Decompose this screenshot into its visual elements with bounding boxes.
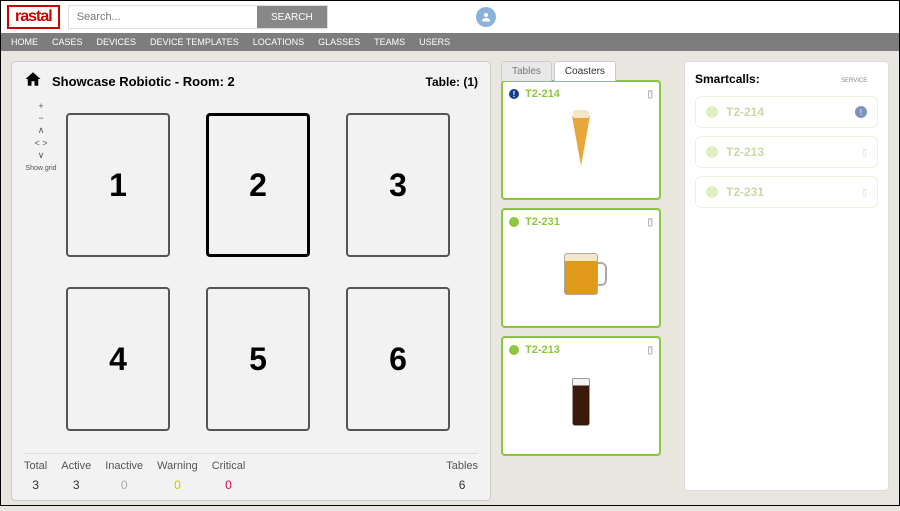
panel-header: Showcase Robiotic - Room: 2 Table: (1) bbox=[24, 70, 478, 93]
table-1[interactable]: 1 bbox=[66, 113, 170, 257]
search-box: SEARCH bbox=[68, 5, 328, 29]
zoom-out-button[interactable]: − bbox=[38, 113, 43, 123]
smartcall-id: T2-231 bbox=[726, 185, 854, 199]
smartcall-item[interactable]: T2-214 ! bbox=[695, 96, 878, 128]
coaster-card[interactable]: ! T2-214 ▯ bbox=[501, 80, 661, 200]
navbar: HOME CASES DEVICES DEVICE TEMPLATES LOCA… bbox=[1, 33, 899, 51]
stat-critical: Critical0 bbox=[212, 460, 246, 492]
coaster-card[interactable]: T2-231 ▯ bbox=[501, 208, 661, 328]
service-alert-icon: ! bbox=[855, 106, 867, 118]
search-button[interactable]: SEARCH bbox=[257, 6, 327, 28]
smartcall-id: T2-213 bbox=[726, 145, 854, 159]
coaster-id: T2-214 bbox=[525, 88, 560, 100]
content: Showcase Robiotic - Room: 2 Table: (1) +… bbox=[1, 51, 899, 511]
table-4[interactable]: 4 bbox=[66, 287, 170, 431]
smartcall-item[interactable]: T2-231 ▯ bbox=[695, 176, 878, 208]
table-5[interactable]: 5 bbox=[206, 287, 310, 431]
stat-inactive: Inactive0 bbox=[105, 460, 143, 492]
battery-icon: ▯ bbox=[647, 217, 653, 228]
stat-total: Total3 bbox=[24, 460, 47, 492]
nav-home[interactable]: HOME bbox=[11, 37, 38, 47]
coaster-card[interactable]: T2-213 ▯ bbox=[501, 336, 661, 456]
show-grid-button[interactable]: Show grid bbox=[25, 165, 56, 172]
table-6[interactable]: 6 bbox=[346, 287, 450, 431]
status-ok-icon bbox=[509, 345, 519, 355]
view-controls: + − ∧ < > ∨ Show grid bbox=[24, 101, 58, 449]
nav-locations[interactable]: LOCATIONS bbox=[253, 37, 304, 47]
zoom-in-button[interactable]: + bbox=[38, 101, 43, 111]
nav-teams[interactable]: TEAMS bbox=[374, 37, 405, 47]
drink-mug-icon bbox=[509, 228, 653, 320]
battery-icon: ▯ bbox=[647, 345, 653, 356]
pan-horizontal-button[interactable]: < > bbox=[34, 138, 47, 148]
status-ok-icon bbox=[509, 217, 519, 227]
coaster-list: ! T2-214 ▯ T2-231 ▯ T2-213 bbox=[501, 80, 661, 456]
tables-grid: 1 2 3 4 5 6 bbox=[58, 101, 478, 449]
pan-up-button[interactable]: ∧ bbox=[38, 125, 45, 136]
nav-devices[interactable]: DEVICES bbox=[97, 37, 137, 47]
smartcall-id: T2-214 bbox=[726, 105, 847, 119]
stat-active: Active3 bbox=[61, 460, 91, 492]
coasters-column: Tables Coasters ! T2-214 ▯ T2-231 ▯ bbox=[501, 61, 661, 501]
nav-users[interactable]: USERS bbox=[419, 37, 450, 47]
battery-icon: ▯ bbox=[647, 89, 653, 100]
logo: rastal bbox=[7, 5, 60, 29]
search-input[interactable] bbox=[69, 6, 257, 28]
nav-cases[interactable]: CASES bbox=[52, 37, 83, 47]
tabs: Tables Coasters bbox=[501, 61, 661, 81]
smartcall-item[interactable]: T2-213 ▯ bbox=[695, 136, 878, 168]
stat-warning: Warning0 bbox=[157, 460, 198, 492]
status-alert-icon: ! bbox=[509, 89, 519, 99]
drink-pilsner-icon bbox=[509, 100, 653, 192]
nav-glasses[interactable]: GLASSES bbox=[318, 37, 360, 47]
status-dot-icon bbox=[706, 146, 718, 158]
topbar: rastal SEARCH bbox=[1, 1, 899, 33]
coaster-id: T2-213 bbox=[525, 344, 560, 356]
status-dot-icon bbox=[706, 186, 718, 198]
panel-title: Showcase Robiotic - Room: 2 bbox=[52, 74, 416, 89]
stat-tables: Tables6 bbox=[446, 460, 478, 492]
tab-tables[interactable]: Tables bbox=[501, 61, 552, 81]
smartcalls-panel: Smartcalls: SERVICE T2-214 ! T2-213 ▯ T2… bbox=[684, 61, 889, 491]
battery-icon: ▯ bbox=[862, 147, 867, 158]
home-icon[interactable] bbox=[24, 70, 42, 93]
stats-bar: Total3 Active3 Inactive0 Warning0 Critic… bbox=[24, 453, 478, 492]
table-2[interactable]: 2 bbox=[206, 113, 310, 257]
table-3[interactable]: 3 bbox=[346, 113, 450, 257]
battery-icon: ▯ bbox=[862, 187, 867, 198]
user-avatar-icon[interactable] bbox=[476, 7, 496, 27]
service-label: SERVICE bbox=[841, 78, 867, 84]
drink-cola-icon bbox=[509, 356, 653, 448]
nav-device-templates[interactable]: DEVICE TEMPLATES bbox=[150, 37, 239, 47]
selected-table-label: Table: (1) bbox=[426, 75, 478, 89]
pan-down-button[interactable]: ∨ bbox=[38, 150, 45, 161]
coaster-id: T2-231 bbox=[525, 216, 560, 228]
status-dot-icon bbox=[706, 106, 718, 118]
tab-coasters[interactable]: Coasters bbox=[554, 61, 616, 81]
main-panel: Showcase Robiotic - Room: 2 Table: (1) +… bbox=[11, 61, 491, 501]
